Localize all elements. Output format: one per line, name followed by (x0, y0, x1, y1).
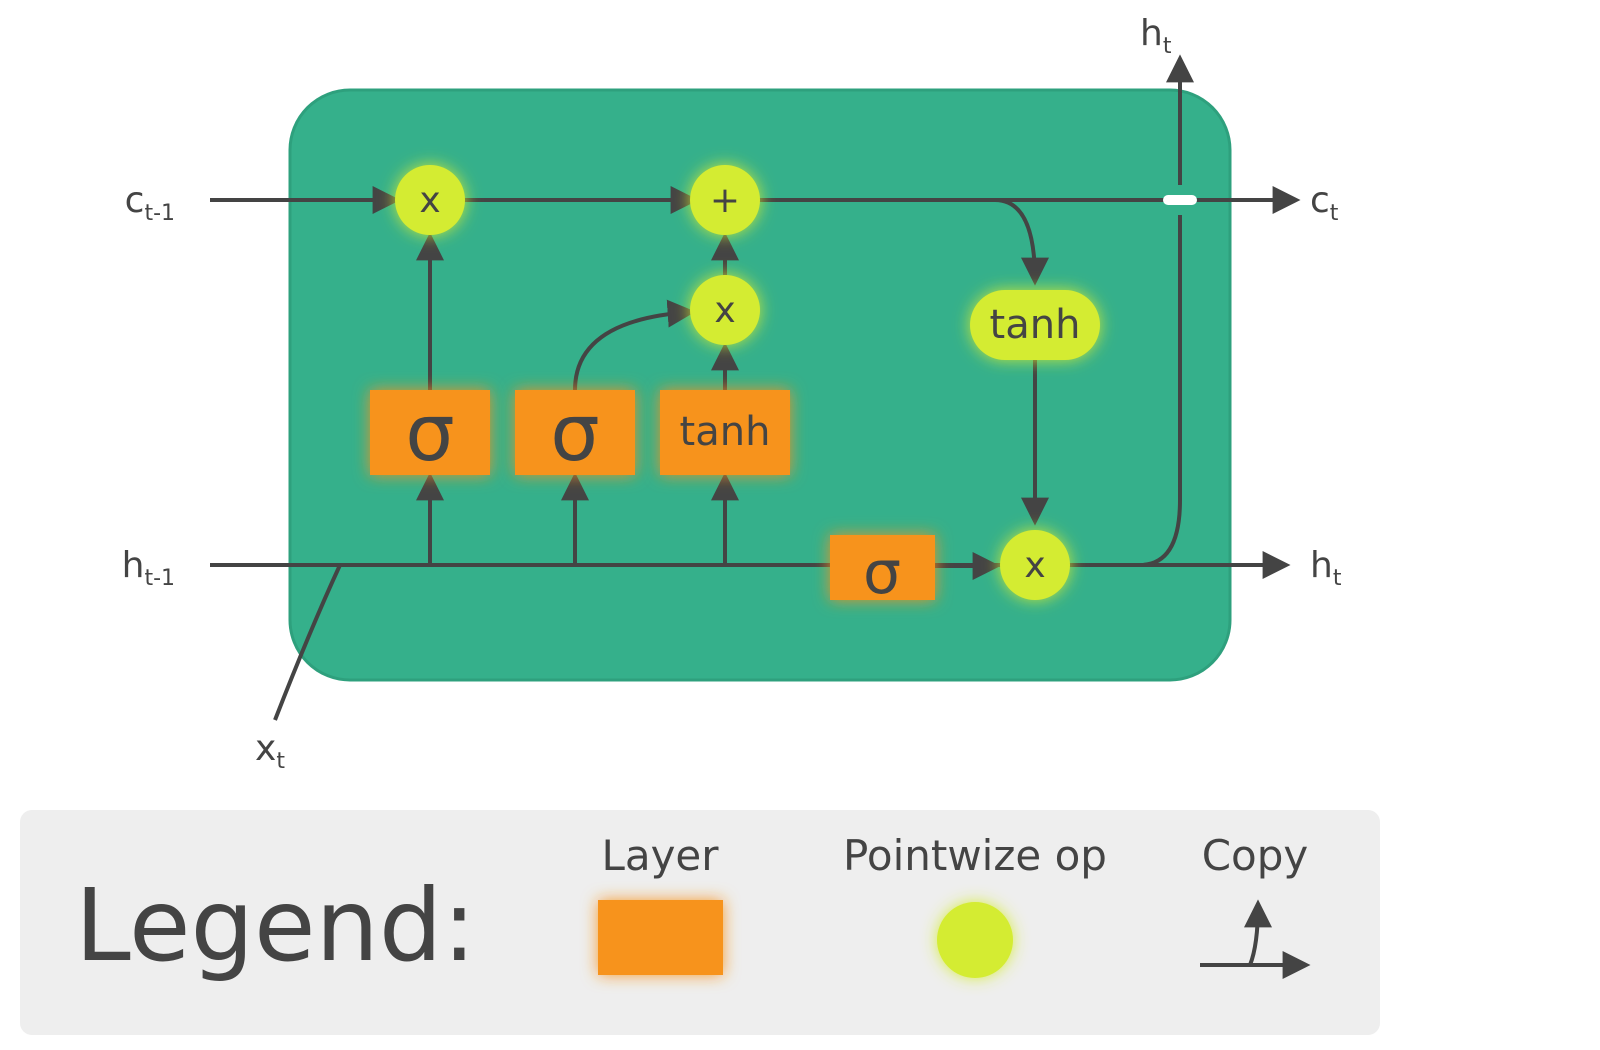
sigma-layer-1: σ (370, 389, 490, 479)
legend-pointwise-label: Pointwize op (843, 831, 1107, 880)
tanh-layer: tanh (660, 390, 790, 475)
legend-copy-label: Copy (1202, 831, 1309, 880)
tanh-op-label: tanh (990, 302, 1081, 348)
mul-op-2: x (690, 275, 760, 345)
mul-op-1: x (395, 165, 465, 235)
legend-title: Legend: (75, 867, 476, 984)
c-t-label: ct (1310, 180, 1339, 226)
sigma-layer-2: σ (515, 389, 635, 479)
tanh-op: tanh (970, 290, 1100, 360)
sigma-1-label: σ (405, 389, 454, 479)
c-prev-label: ct-1 (125, 180, 175, 226)
mul-op-2-label: x (714, 290, 735, 331)
legend-pointwise-swatch (937, 902, 1013, 978)
add-op-label: + (710, 180, 740, 221)
legend-layer-label: Layer (601, 831, 719, 880)
h-t-bottom-label: ht (1310, 545, 1342, 591)
mul-op-1-label: x (419, 180, 440, 221)
h-prev-label: ht-1 (122, 545, 175, 591)
mul-op-3: x (1000, 530, 1070, 600)
mul-op-3-label: x (1024, 545, 1045, 586)
sigma-2-label: σ (550, 389, 599, 479)
tanh-layer-label: tanh (680, 409, 771, 455)
sigma-layer-3: σ (830, 535, 935, 608)
sigma-3-label: σ (863, 538, 901, 608)
x-t-label: xt (255, 728, 285, 774)
add-op: + (690, 165, 760, 235)
legend-layer-swatch (598, 900, 723, 975)
h-t-top-label: ht (1140, 13, 1172, 59)
